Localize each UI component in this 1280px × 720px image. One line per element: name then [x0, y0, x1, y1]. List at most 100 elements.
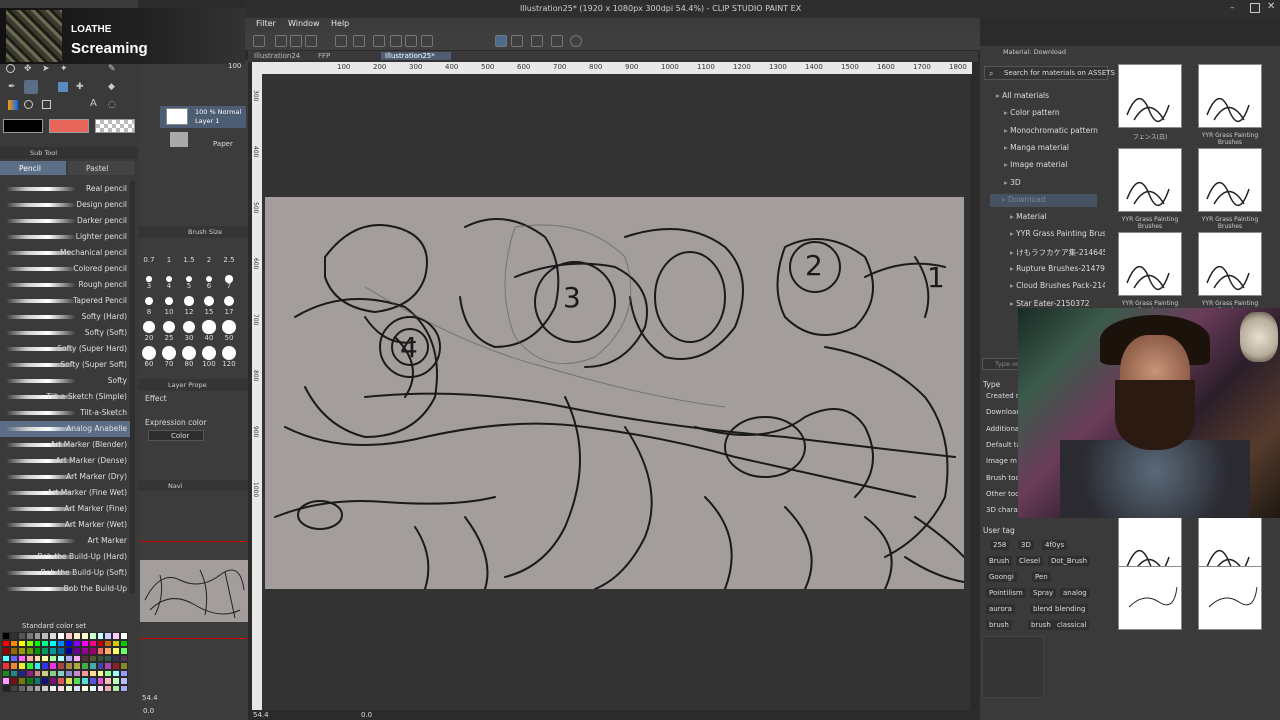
- color-swatch[interactable]: [2, 677, 10, 685]
- open-icon[interactable]: [290, 35, 302, 47]
- brush-size-dot[interactable]: [222, 346, 236, 360]
- user-tag[interactable]: 4f0ys: [1042, 540, 1068, 550]
- subtool-item[interactable]: Art Marker (Dense): [0, 453, 135, 469]
- eyedropper-icon[interactable]: ✎: [108, 64, 116, 74]
- user-tag[interactable]: Clesel: [1016, 556, 1044, 566]
- color-swatch[interactable]: [2, 662, 10, 670]
- color-swatch[interactable]: [88, 632, 97, 640]
- brush-size-value[interactable]: 2: [200, 256, 218, 264]
- color-swatch[interactable]: [96, 684, 105, 692]
- material-thumbnail[interactable]: [1118, 232, 1182, 296]
- brush-size-value[interactable]: 8: [140, 308, 158, 316]
- color-swatch[interactable]: [25, 639, 34, 647]
- brush-size-dot[interactable]: [202, 320, 216, 334]
- canvas-angle-status[interactable]: 0.0: [361, 711, 372, 719]
- color-swatch[interactable]: [33, 662, 42, 670]
- transform-icon[interactable]: [373, 35, 385, 47]
- color-swatch[interactable]: [25, 662, 34, 670]
- color-swatch[interactable]: [25, 647, 34, 655]
- color-swatch[interactable]: [104, 669, 113, 677]
- color-swatch[interactable]: [88, 654, 97, 662]
- color-swatch[interactable]: [57, 647, 65, 655]
- subtool-item[interactable]: Analog Anabelle: [0, 421, 135, 437]
- brush-icon[interactable]: [58, 82, 68, 92]
- user-tag[interactable]: analog: [1060, 588, 1090, 598]
- color-swatch[interactable]: [96, 632, 105, 640]
- material-tree-item[interactable]: ▸ Manga material: [1004, 143, 1069, 152]
- subtool-item[interactable]: Mechanical pencil: [0, 245, 135, 261]
- color-swatch[interactable]: [57, 639, 65, 647]
- color-swatch[interactable]: [120, 647, 128, 655]
- material-filter-item[interactable]: 3D chara: [986, 506, 1018, 514]
- material-thumbnail[interactable]: [1118, 566, 1182, 630]
- color-swatch[interactable]: [49, 654, 58, 662]
- subtool-item[interactable]: Art Marker (Wet): [0, 517, 135, 533]
- brush-size-dot[interactable]: [184, 296, 194, 306]
- guide-icon[interactable]: [551, 35, 563, 47]
- subtool-item[interactable]: Art Marker: [0, 533, 135, 549]
- color-swatch[interactable]: [72, 632, 81, 640]
- balloon-icon[interactable]: ◌: [108, 100, 116, 110]
- color-swatch[interactable]: [2, 639, 10, 647]
- color-swatch[interactable]: [72, 669, 81, 677]
- subtool-item[interactable]: Bob the Build-Up (Soft): [0, 565, 135, 581]
- subtool-item[interactable]: Bob the Build-Up: [0, 581, 135, 593]
- sub-color-swatch[interactable]: [49, 119, 89, 133]
- material-tree-item[interactable]: ▸ Star Eater-2150372: [1010, 299, 1090, 308]
- subtool-item[interactable]: Tapered Pencil: [0, 293, 135, 309]
- color-swatch[interactable]: [72, 654, 81, 662]
- brush-size-value[interactable]: 5: [180, 282, 198, 290]
- material-tree-item[interactable]: ▸ Cloud Brushes Pack-2145: [1010, 281, 1105, 290]
- material-tree-item[interactable]: ▸ Image material: [1004, 160, 1067, 169]
- color-swatch[interactable]: [112, 662, 121, 670]
- color-swatch[interactable]: [96, 654, 105, 662]
- color-swatch[interactable]: [49, 677, 58, 685]
- brush-size-dot[interactable]: [182, 346, 196, 360]
- color-swatch[interactable]: [80, 684, 89, 692]
- menu-filter[interactable]: Filter: [256, 19, 276, 28]
- brush-size-value[interactable]: 12: [180, 308, 198, 316]
- color-swatch[interactable]: [41, 669, 50, 677]
- color-swatch[interactable]: [96, 662, 105, 670]
- color-swatch[interactable]: [2, 684, 10, 692]
- subtool-item[interactable]: Bob the Build-Up (Hard): [0, 549, 135, 565]
- color-swatch[interactable]: [120, 639, 128, 647]
- maximize-button[interactable]: [1250, 3, 1260, 13]
- color-swatch[interactable]: [96, 669, 105, 677]
- figure-icon[interactable]: [24, 100, 33, 109]
- color-swatch[interactable]: [96, 639, 105, 647]
- color-swatch[interactable]: [17, 647, 26, 655]
- color-swatch[interactable]: [112, 632, 121, 640]
- color-swatch[interactable]: [25, 677, 34, 685]
- material-thumbnail[interactable]: [1198, 148, 1262, 212]
- color-swatch[interactable]: [104, 632, 113, 640]
- material-tree-item[interactable]: ▸ 3D: [1004, 178, 1021, 187]
- color-swatch[interactable]: [88, 662, 97, 670]
- color-swatch[interactable]: [72, 662, 81, 670]
- color-swatch[interactable]: [80, 677, 89, 685]
- color-swatch[interactable]: [72, 677, 81, 685]
- brush-size-dot[interactable]: [204, 296, 214, 306]
- brush-size-value[interactable]: 20: [140, 334, 158, 342]
- pen-settings-icon[interactable]: [531, 35, 543, 47]
- color-swatch[interactable]: [104, 647, 113, 655]
- color-swatch[interactable]: [33, 632, 42, 640]
- user-tag[interactable]: Goongi: [986, 572, 1017, 582]
- layer-row-paper[interactable]: Paper: [160, 130, 246, 150]
- help-icon[interactable]: [570, 35, 582, 47]
- color-swatch[interactable]: [88, 684, 97, 692]
- color-swatch[interactable]: [72, 639, 81, 647]
- material-filter-item[interactable]: Download: [986, 408, 1021, 416]
- brush-size-value[interactable]: 60: [140, 360, 158, 368]
- user-tag[interactable]: brush: [986, 620, 1012, 630]
- color-swatch[interactable]: [9, 647, 18, 655]
- color-swatch[interactable]: [2, 669, 10, 677]
- material-filter-item[interactable]: Brush tool: [986, 474, 1022, 482]
- material-tree-item[interactable]: ▸ Material: [1010, 212, 1047, 221]
- user-tag[interactable]: classical: [1054, 620, 1090, 630]
- color-swatch[interactable]: [17, 677, 26, 685]
- color-swatch[interactable]: [80, 654, 89, 662]
- color-swatch[interactable]: [65, 684, 73, 692]
- new-file-icon[interactable]: [253, 35, 265, 47]
- brush-size-value[interactable]: 7: [220, 282, 238, 290]
